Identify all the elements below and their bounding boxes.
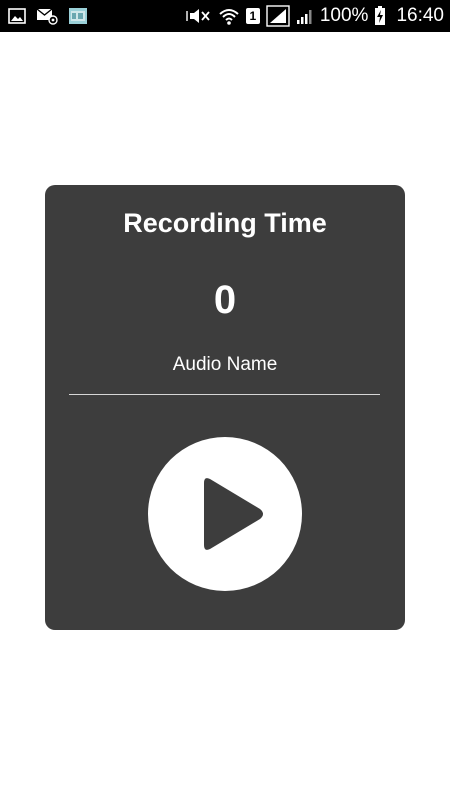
signal-icon bbox=[266, 5, 290, 27]
clock: 16:40 bbox=[396, 5, 444, 26]
recording-time-value: 0 bbox=[213, 278, 237, 322]
battery-percent: 100% bbox=[319, 5, 369, 26]
play-icon bbox=[204, 478, 263, 550]
image-icon bbox=[8, 6, 26, 26]
mail-icon bbox=[36, 6, 58, 26]
status-bar-right: 1 100% 16:40 bbox=[186, 0, 444, 32]
audio-name-underline bbox=[69, 394, 380, 395]
sim-icon: 1 bbox=[245, 8, 260, 24]
play-button[interactable] bbox=[148, 437, 302, 591]
audio-name-label: Audio Name bbox=[172, 354, 278, 375]
gallery-icon bbox=[68, 6, 88, 26]
battery-charging-icon bbox=[374, 6, 386, 26]
vibrate-mute-icon bbox=[186, 6, 212, 26]
wifi-icon bbox=[218, 6, 240, 26]
signal-icon-2 bbox=[296, 6, 314, 26]
status-bar: 1 100% 16:40 bbox=[0, 0, 450, 32]
status-bar-left bbox=[8, 0, 88, 32]
recording-time-title: Recording Time bbox=[123, 208, 327, 238]
